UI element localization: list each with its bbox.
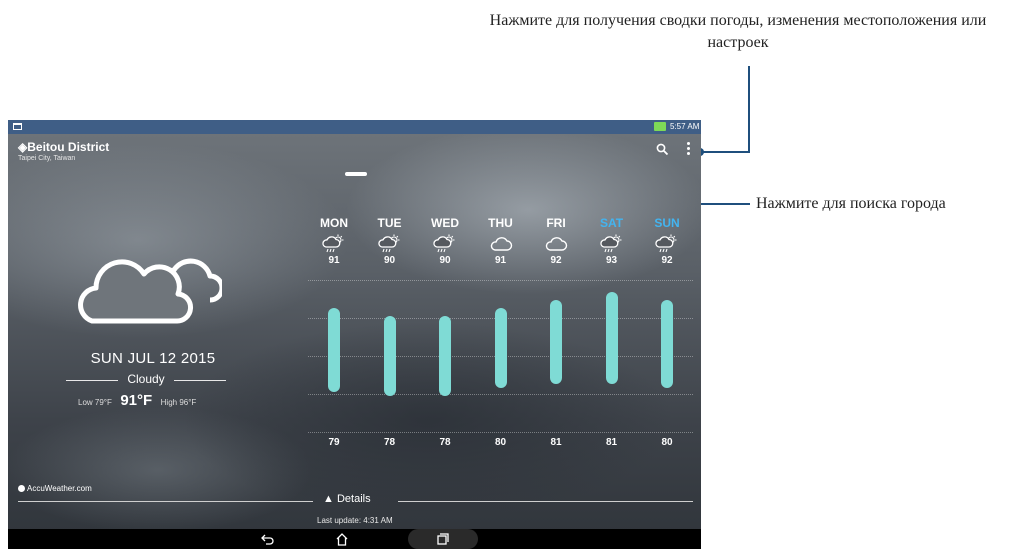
forecast-day-name: WED bbox=[431, 216, 459, 230]
forecast-day-name: SUN bbox=[654, 216, 680, 230]
forecast-high: 92 bbox=[550, 255, 562, 266]
forecast-high: 90 bbox=[439, 255, 451, 266]
forecast-day-thu[interactable]: THU 91 bbox=[476, 216, 526, 266]
forecast-day-sat[interactable]: SAT 93 bbox=[587, 216, 637, 266]
rain-sun-icon bbox=[420, 234, 470, 254]
location-region: Taipei City, Taiwan bbox=[18, 155, 76, 162]
search-annotation: Нажмите для поиска города bbox=[756, 195, 946, 212]
current-condition: Cloudy bbox=[127, 372, 165, 386]
cloud-icon bbox=[476, 234, 526, 254]
more-options-icon[interactable] bbox=[687, 142, 691, 157]
forecast-low: 78 bbox=[439, 437, 451, 448]
forecast-low: 80 bbox=[494, 437, 507, 448]
forecast-day-name: SAT bbox=[599, 216, 624, 230]
divider bbox=[398, 501, 693, 502]
navigation-bar bbox=[8, 529, 701, 549]
current-temps: Low 79°F 91°F High 96°F bbox=[78, 392, 196, 410]
notification-icon bbox=[13, 123, 22, 130]
home-icon[interactable] bbox=[333, 531, 351, 547]
grid-line bbox=[308, 432, 693, 433]
battery-icon bbox=[654, 122, 666, 131]
location-pin-icon: ◈ bbox=[18, 140, 28, 154]
back-icon[interactable] bbox=[258, 531, 276, 547]
rain-sun-icon bbox=[365, 234, 415, 254]
forecast-day-fri[interactable]: FRI 92 bbox=[531, 216, 581, 266]
divider bbox=[174, 380, 226, 381]
provider-logo[interactable]: AccuWeather.com bbox=[18, 484, 92, 493]
menu-callout-line-v bbox=[748, 66, 750, 152]
grid-line bbox=[308, 280, 693, 281]
forecast-day-wed[interactable]: WED 90 bbox=[420, 216, 470, 266]
grid-line bbox=[308, 394, 693, 395]
forecast-low: 79 bbox=[328, 437, 340, 448]
forecast-low: 81 bbox=[605, 437, 618, 448]
forecast-day-name: TUE bbox=[377, 216, 402, 230]
drawer-handle[interactable] bbox=[345, 172, 367, 176]
temp-range-bar bbox=[661, 300, 673, 388]
temp-range-bar bbox=[439, 316, 451, 396]
search-icon[interactable] bbox=[656, 143, 669, 161]
temp-range-bar bbox=[550, 300, 562, 384]
forecast-high: 90 bbox=[383, 255, 396, 266]
divider bbox=[18, 501, 313, 502]
forecast-high: 91 bbox=[328, 255, 340, 266]
low-temp: Low 79°F bbox=[78, 398, 112, 407]
forecast-low: 81 bbox=[550, 437, 562, 448]
temp-range-bar bbox=[383, 316, 396, 396]
condition-row: Cloudy bbox=[66, 372, 226, 388]
cloud-icon bbox=[531, 234, 581, 254]
cloud-icon bbox=[72, 245, 225, 330]
forecast-high: 93 bbox=[605, 255, 618, 266]
forecast-low: 78 bbox=[383, 437, 396, 448]
forecast-day-name: FRI bbox=[546, 216, 566, 230]
forecast-day-mon[interactable]: MON 91 bbox=[309, 216, 359, 266]
temp-range-bar bbox=[328, 308, 340, 392]
rain-sun-icon bbox=[587, 234, 637, 254]
current-date: SUN JUL 12 2015 bbox=[90, 350, 216, 367]
status-bar: 5:57 AM bbox=[8, 120, 701, 134]
location-name: ◈Beitou District bbox=[18, 140, 110, 154]
high-temp: High 96°F bbox=[160, 398, 197, 407]
current-temp: 91°F bbox=[120, 392, 153, 409]
triangle-up-icon: ▲ bbox=[323, 493, 334, 505]
forecast-high: 92 bbox=[661, 255, 673, 266]
last-update: Last update: 4:31 AM bbox=[317, 516, 393, 525]
location-header[interactable]: ◈Beitou District Taipei City, Taiwan bbox=[18, 140, 109, 162]
status-time: 5:57 AM bbox=[670, 122, 700, 131]
accuweather-icon bbox=[18, 485, 25, 492]
forecast-high: 91 bbox=[494, 255, 507, 266]
forecast-low: 80 bbox=[661, 437, 673, 448]
details-button[interactable]: ▲ Details bbox=[323, 493, 371, 505]
weather-app-screen: 5:57 AM ◈Beitou District Taipei City, Ta… bbox=[8, 120, 701, 549]
menu-annotation: Нажмите для получения сводки погоды, изм… bbox=[489, 12, 987, 51]
forecast-day-sun[interactable]: SUN 92 bbox=[642, 216, 692, 266]
forecast-day-name: MON bbox=[320, 216, 348, 230]
rain-sun-icon bbox=[309, 234, 359, 254]
forecast-day-tue[interactable]: TUE 90 bbox=[365, 216, 415, 266]
temp-range-bar bbox=[494, 308, 507, 388]
recent-apps-icon[interactable] bbox=[434, 531, 452, 547]
temp-range-bar bbox=[605, 292, 618, 384]
rain-sun-icon bbox=[642, 234, 692, 254]
menu-callout-line-h bbox=[700, 151, 750, 153]
forecast-day-name: THU bbox=[488, 216, 513, 230]
